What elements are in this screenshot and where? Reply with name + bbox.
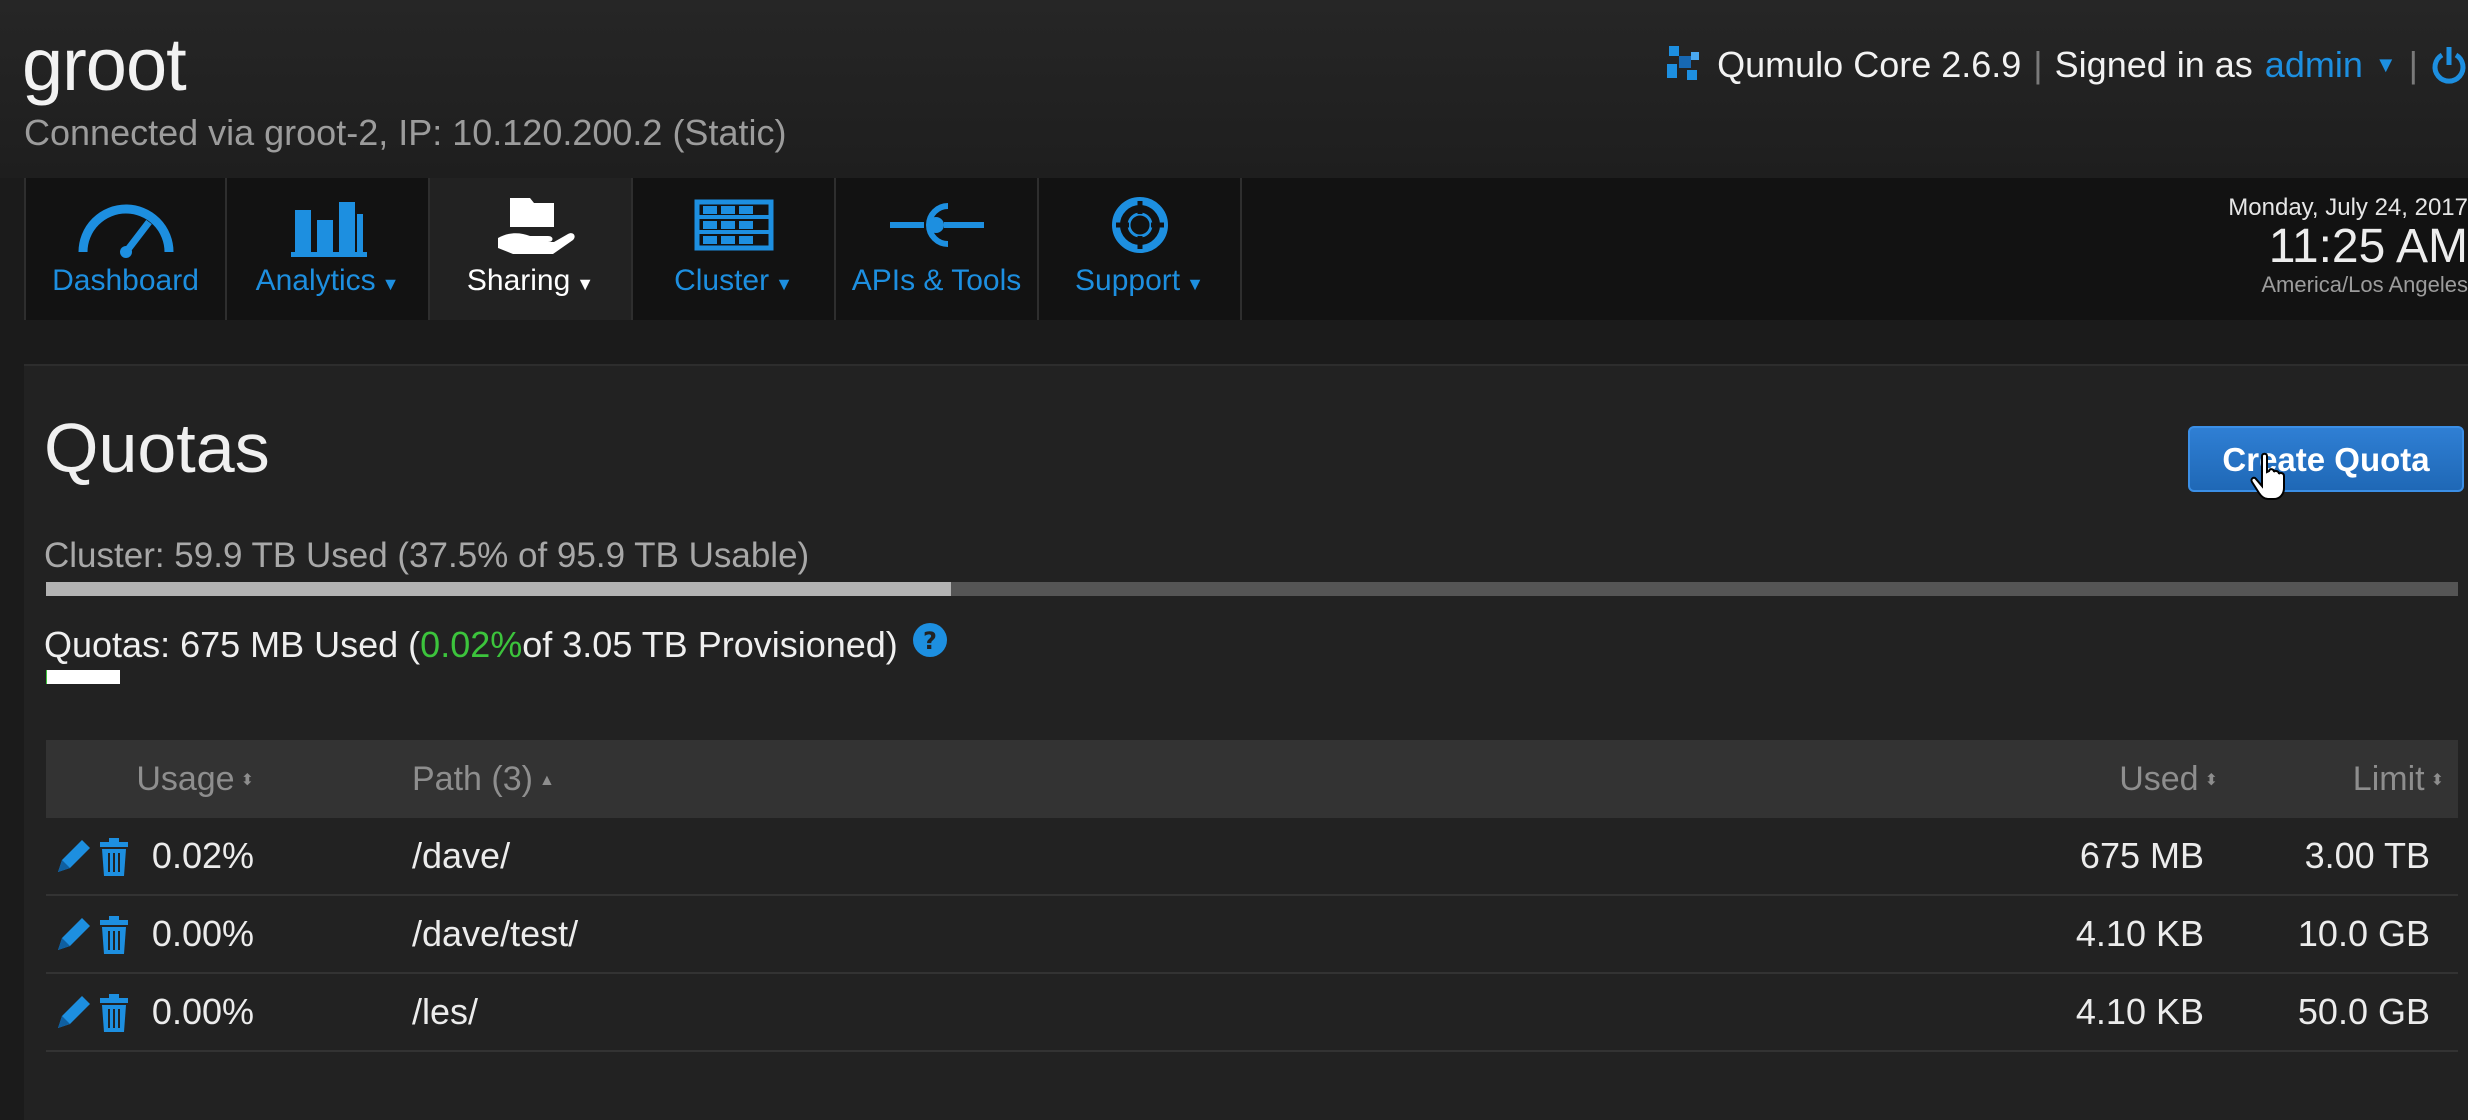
sort-ascending-icon: ▲ (538, 772, 555, 790)
quota-usage-suffix: of 3.05 TB Provisioned) (522, 624, 898, 665)
column-header-limit[interactable]: Limit ⬍ (2353, 740, 2444, 820)
chevron-down-icon: ▼ (576, 274, 595, 294)
trash-icon[interactable] (94, 914, 134, 956)
hand-cursor-icon (2250, 452, 2285, 500)
tab-analytics[interactable]: Analytics ▼ (227, 178, 430, 320)
api-connector-icon (889, 203, 984, 247)
lifebuoy-icon (1111, 197, 1168, 253)
server-icon (694, 199, 773, 251)
top-header: groot Connected via groot-2, IP: 10.120.… (0, 0, 2468, 178)
clock-date: Monday, July 24, 2017 (2228, 194, 2468, 221)
cell-usage: 0.00% (151, 991, 254, 1032)
connection-info: Connected via groot-2, IP: 10.120.200.2 … (24, 112, 787, 153)
tab-support[interactable]: Support ▼ (1039, 178, 1242, 320)
table-header: Usage ⬍ Path (3) ▲ Used ⬍ Limit ⬍ (46, 740, 2458, 818)
chevron-down-icon: ▼ (1186, 274, 1204, 294)
chevron-down-icon: ▼ (381, 274, 400, 294)
cell-usage: 0.02% (151, 835, 254, 876)
edit-pencil-icon[interactable] (52, 914, 92, 956)
quotas-panel: Quotas Create Quota Cluster: 59.9 TB Use… (24, 364, 2468, 1120)
cell-path: /les/ (412, 991, 479, 1032)
separator: | (2033, 44, 2043, 85)
quotas-table: Usage ⬍ Path (3) ▲ Used ⬍ Limit ⬍ 0.02% /dav… (46, 740, 2458, 1052)
gauge-icon (78, 204, 173, 258)
signed-in-label: Signed in as (2054, 44, 2253, 85)
power-icon[interactable] (2430, 45, 2468, 85)
chevron-down-icon: ▼ (775, 274, 793, 294)
cell-limit: 10.0 GB (2297, 913, 2430, 954)
cell-used: 675 MB (2079, 835, 2204, 876)
qumulo-logo-icon (1667, 46, 1700, 80)
edit-pencil-icon[interactable] (52, 836, 92, 878)
quota-usage-percent: 0.02% (420, 624, 523, 665)
clock-timezone: America/Los Angeles (2261, 272, 2468, 297)
tab-label: Analytics (255, 264, 376, 297)
column-header-used[interactable]: Used ⬍ (2119, 740, 2218, 820)
tab-label: Support (1075, 264, 1181, 297)
chevron-down-icon[interactable]: ▼ (2375, 52, 2397, 78)
tab-sharing[interactable]: Sharing ▼ (430, 178, 633, 320)
create-quota-button[interactable]: Create Quota (2188, 426, 2464, 492)
bar-chart-icon (290, 202, 367, 257)
trash-icon[interactable] (94, 836, 134, 878)
sort-icon: ⬍ (240, 772, 254, 790)
quota-usage-bar (46, 670, 120, 684)
tab-label: APIs & Tools (851, 264, 1022, 297)
tab-label: Sharing (466, 264, 571, 297)
column-header-usage[interactable]: Usage ⬍ (136, 740, 254, 820)
quota-usage-fill (46, 670, 48, 684)
table-row: 0.02% /dave/ 675 MB 3.00 TB (46, 818, 2458, 896)
cluster-name: groot (22, 23, 187, 106)
cell-usage: 0.00% (151, 913, 254, 954)
cluster-clock: Monday, July 24, 2017 11:25 AM America/L… (2208, 194, 2468, 298)
table-row: 0.00% /les/ 4.10 KB 50.0 GB (46, 974, 2458, 1052)
sort-icon: ⬍ (2204, 772, 2218, 790)
main-navigation: Dashboard Analytics ▼ Sharing ▼ Cluster … (24, 178, 2468, 320)
trash-icon[interactable] (94, 992, 134, 1034)
tab-cluster[interactable]: Cluster ▼ (633, 178, 836, 320)
cluster-usage-text: Cluster: 59.9 TB Used (37.5% of 95.9 TB … (44, 536, 810, 575)
clock-time: 11:25 AM (2268, 220, 2468, 273)
svg-text:?: ? (923, 627, 937, 655)
quota-usage-text: Quotas: 675 MB Used ( 0.02% of 3.05 TB P… (44, 622, 948, 666)
cell-path: /dave/test/ (412, 913, 579, 954)
cluster-usage-bar (46, 582, 2458, 596)
cell-limit: 50.0 GB (2297, 991, 2430, 1032)
sharing-hand-icon (497, 198, 575, 254)
cell-used: 4.10 KB (2075, 913, 2204, 954)
cluster-usage-fill (46, 582, 951, 596)
page-title: Quotas (44, 409, 270, 487)
column-header-path[interactable]: Path (3) ▲ (412, 740, 555, 820)
product-version: Qumulo Core 2.6.9 (1717, 44, 2022, 85)
user-menu[interactable]: admin (2265, 44, 2363, 86)
table-row: 0.00% /dave/test/ 4.10 KB 10.0 GB (46, 896, 2458, 974)
quota-usage-prefix: Quotas: 675 MB Used ( (44, 624, 421, 665)
tab-label: Cluster (674, 264, 770, 297)
tab-dashboard[interactable]: Dashboard (24, 178, 227, 320)
cell-limit: 3.00 TB (2304, 835, 2430, 876)
tab-apis-tools[interactable]: APIs & Tools (836, 178, 1039, 320)
edit-pencil-icon[interactable] (52, 992, 92, 1034)
cell-path: /dave/ (412, 835, 511, 876)
help-icon[interactable]: ? (912, 622, 948, 658)
brand-bar: Qumulo Core 2.6.9 | Signed in as admin ▼… (1665, 36, 2468, 94)
sort-icon: ⬍ (2430, 772, 2444, 790)
separator-2: | (2408, 44, 2418, 85)
cell-used: 4.10 KB (2075, 991, 2204, 1032)
tab-label: Dashboard (52, 264, 199, 297)
